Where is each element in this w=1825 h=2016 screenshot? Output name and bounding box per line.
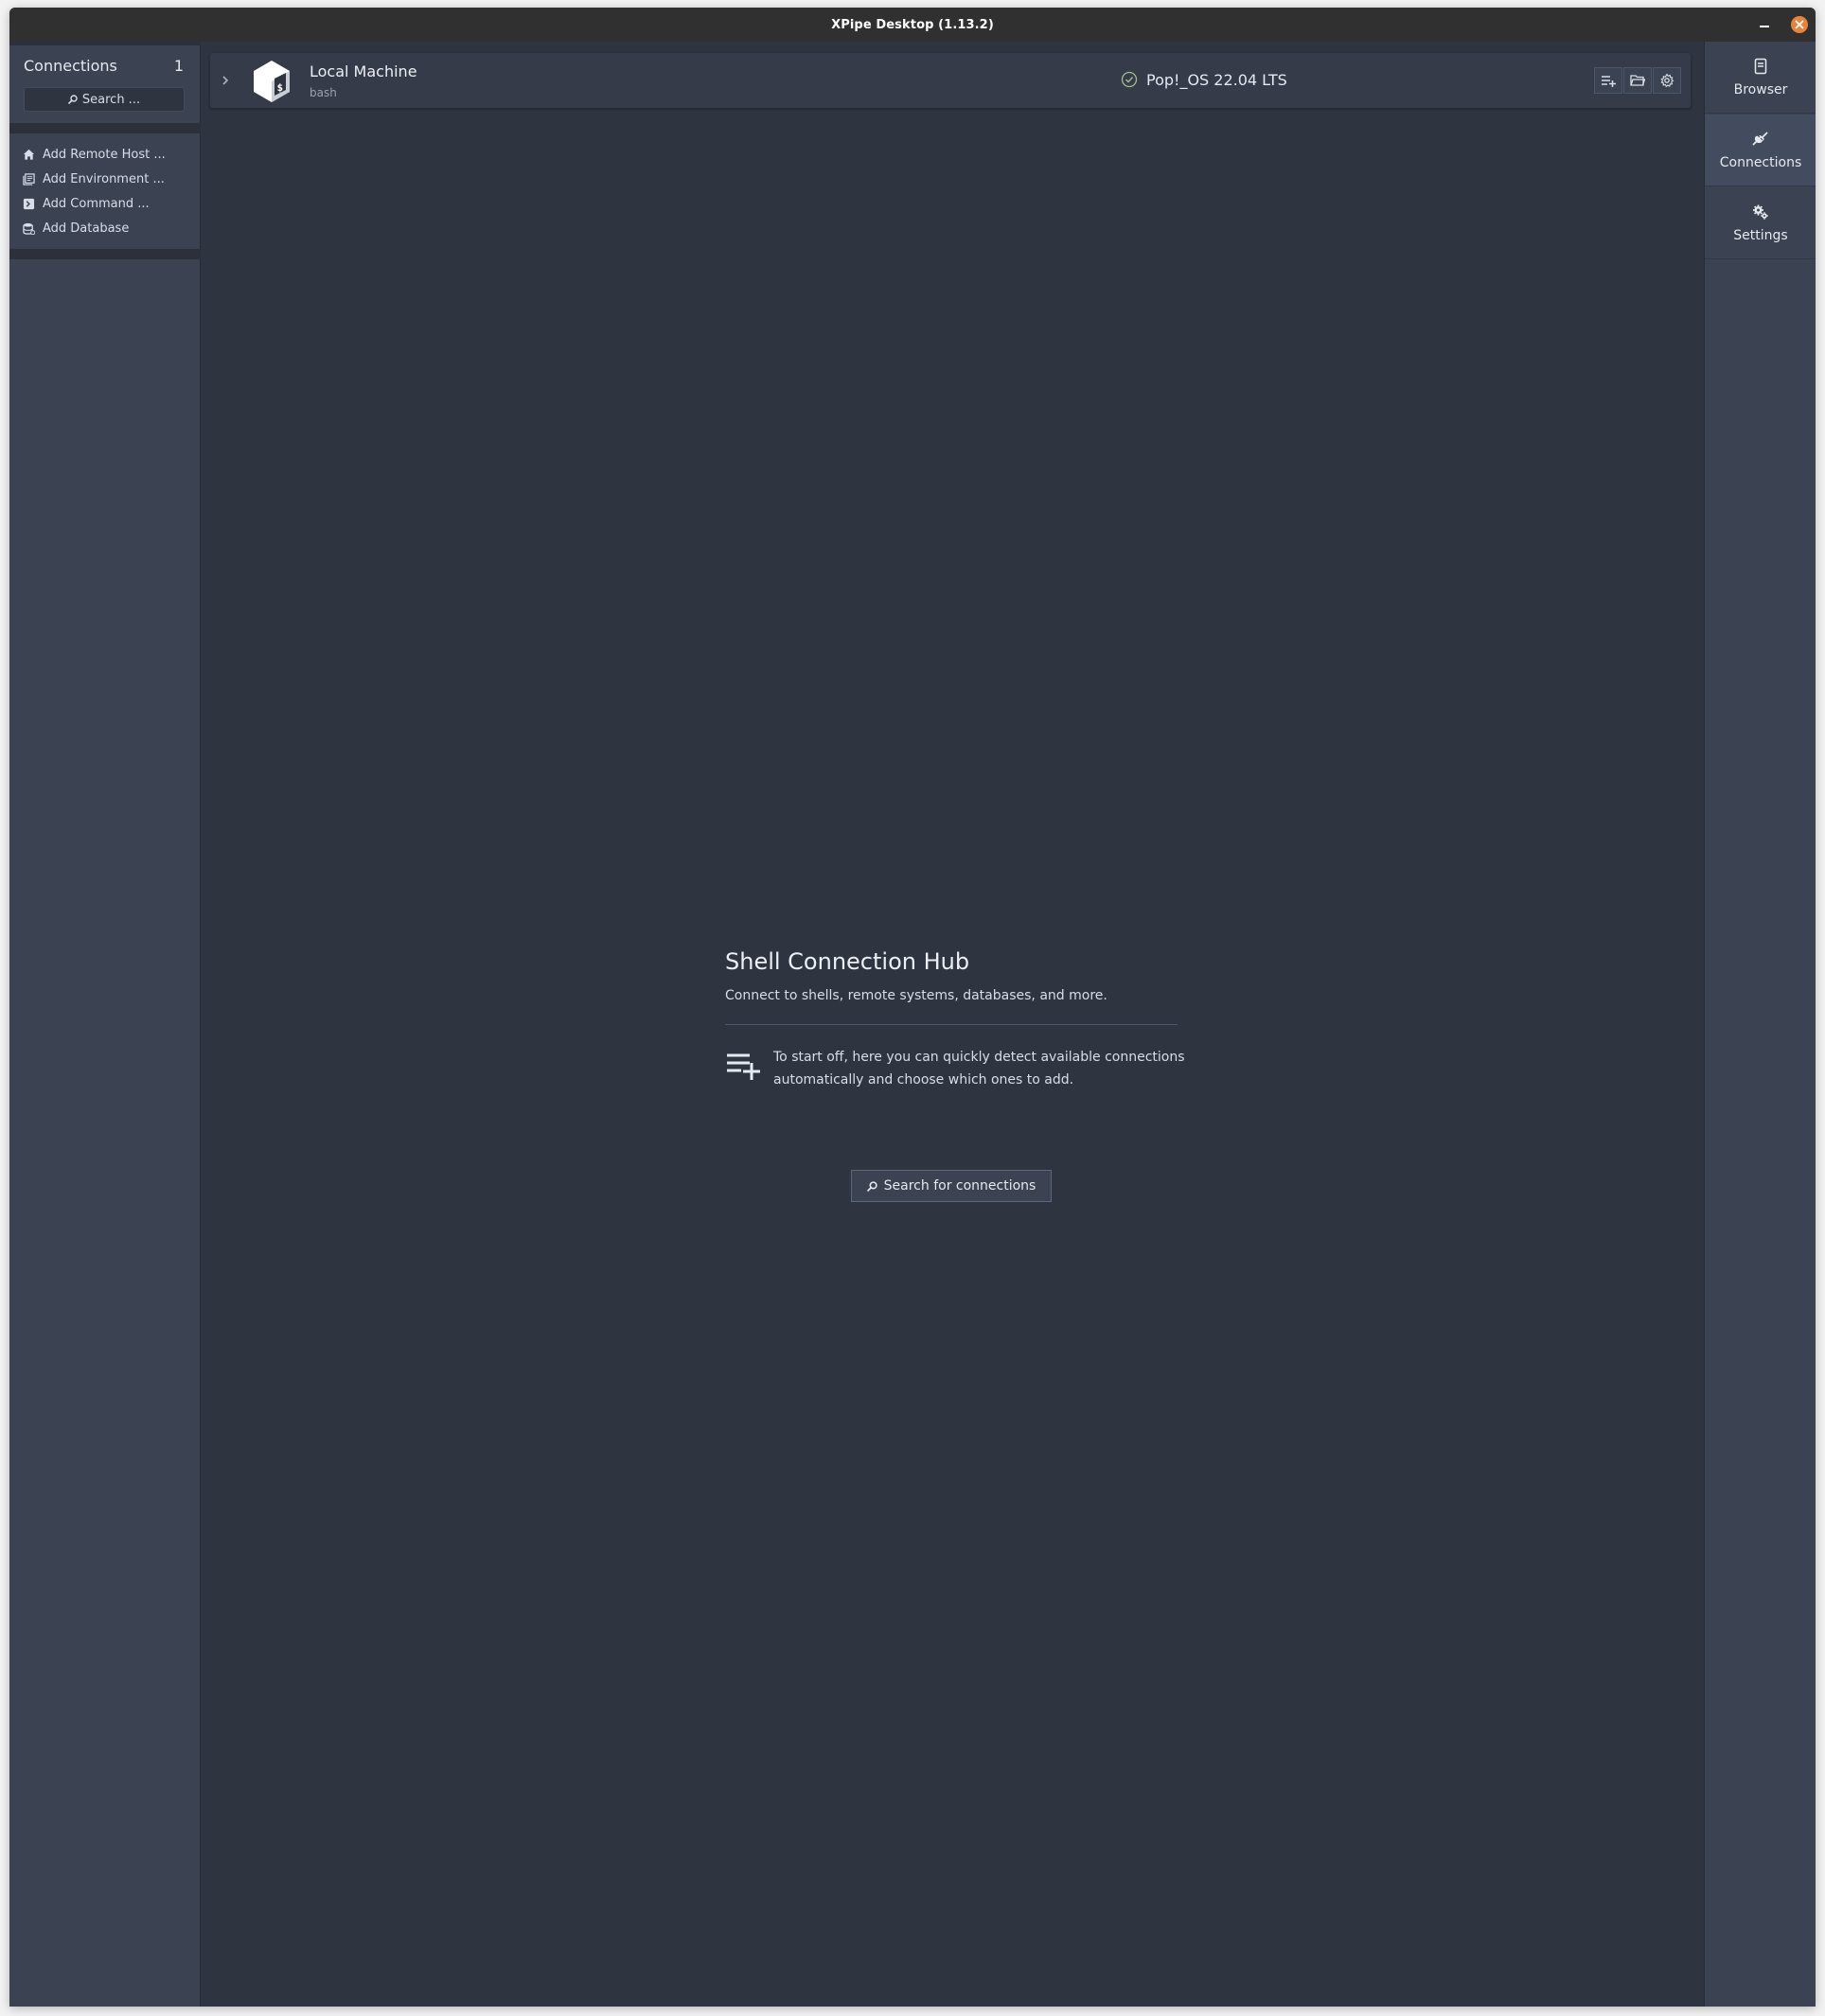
- check-circle-icon: [1121, 71, 1138, 88]
- nav-browser-label: Browser: [1733, 81, 1788, 97]
- connection-settings-button[interactable]: [1653, 67, 1681, 94]
- add-environment-label: Add Environment ...: [43, 171, 165, 186]
- intro-subtitle: Connect to shells, remote systems, datab…: [725, 988, 1107, 1003]
- minimize-icon: [1760, 26, 1769, 27]
- add-command-button[interactable]: Add Command ...: [23, 194, 193, 213]
- nav-connections-label: Connections: [1719, 154, 1802, 170]
- search-icon: [68, 95, 78, 104]
- connection-status: Pop!_OS 22.04 LTS: [1121, 69, 1287, 90]
- close-icon: [1795, 20, 1804, 29]
- minimize-button[interactable]: [1755, 15, 1774, 34]
- intro-title: Shell Connection Hub: [725, 948, 970, 975]
- database-icon: [23, 222, 35, 235]
- search-icon: [866, 1180, 877, 1192]
- svg-text:$: $: [277, 81, 284, 94]
- bash-logo-icon: $: [254, 61, 290, 102]
- window-title: XPipe Desktop (1.13.2): [831, 17, 994, 32]
- add-list-icon: [727, 1053, 760, 1080]
- open-browser-button[interactable]: [1623, 67, 1652, 94]
- add-remote-host-label: Add Remote Host ...: [43, 147, 166, 162]
- intro-divider: [725, 1024, 1178, 1025]
- connection-name: Local Machine: [310, 62, 417, 80]
- main-content: $ Local Machine bash Pop!_OS 22.04 LTS S…: [201, 42, 1704, 2007]
- titlebar: XPipe Desktop (1.13.2): [9, 8, 1816, 42]
- add-remote-host-button[interactable]: Add Remote Host ...: [23, 145, 193, 164]
- environment-icon: [23, 172, 35, 186]
- chevron-right-icon[interactable]: [220, 74, 231, 87]
- search-input[interactable]: Search ...: [24, 87, 185, 112]
- add-to-list-button[interactable]: [1594, 67, 1622, 94]
- left-sidebar: Connections 1 Search ... Add Remote Host…: [9, 42, 201, 2007]
- close-button[interactable]: [1791, 16, 1808, 33]
- search-connections-button[interactable]: Search for connections: [851, 1170, 1052, 1202]
- add-environment-button[interactable]: Add Environment ...: [23, 169, 193, 188]
- sidebar-actions: Add Remote Host ... Add Environment ... …: [9, 133, 201, 249]
- gears-icon: [1753, 204, 1768, 220]
- add-command-label: Add Command ...: [43, 196, 150, 211]
- gear-icon: [1660, 73, 1674, 88]
- search-placeholder: Search ...: [81, 92, 141, 107]
- connection-count: 1: [173, 57, 184, 75]
- plug-icon: [1752, 132, 1768, 145]
- nav-settings-label: Settings: [1733, 227, 1788, 243]
- sidebar-title: Connections: [24, 57, 117, 75]
- app-window: XPipe Desktop (1.13.2) Connections 1 Sea…: [9, 8, 1816, 2007]
- os-label: Pop!_OS 22.04 LTS: [1146, 70, 1287, 89]
- connection-shell: bash: [310, 86, 337, 99]
- connection-entry[interactable]: $ Local Machine bash Pop!_OS 22.04 LTS: [210, 53, 1691, 108]
- connection-actions: [1593, 67, 1681, 94]
- intro-tip-text: To start off, here you can quickly detec…: [773, 1050, 1185, 1088]
- nav-settings[interactable]: Settings: [1705, 187, 1816, 259]
- sidebar-empty-area: [9, 259, 201, 2007]
- add-database-button[interactable]: Add Database: [23, 219, 193, 238]
- right-navigation: Browser Connections Settings: [1704, 42, 1816, 2007]
- intro-section: Shell Connection Hub Connect to shells, …: [725, 948, 1185, 1089]
- terminal-icon: [23, 198, 35, 209]
- search-connections-label: Search for connections: [883, 1178, 1037, 1194]
- nav-browser[interactable]: Browser: [1705, 42, 1816, 114]
- add-database-label: Add Database: [43, 221, 130, 236]
- intro-tip: To start off, here you can quickly detec…: [725, 1046, 1185, 1089]
- browser-icon: [1754, 58, 1767, 74]
- sidebar-header: Connections 1 Search ...: [9, 45, 201, 123]
- add-list-icon: [1602, 76, 1616, 87]
- nav-connections[interactable]: Connections: [1705, 115, 1816, 186]
- folder-icon: [1630, 75, 1645, 86]
- house-icon: [23, 149, 35, 160]
